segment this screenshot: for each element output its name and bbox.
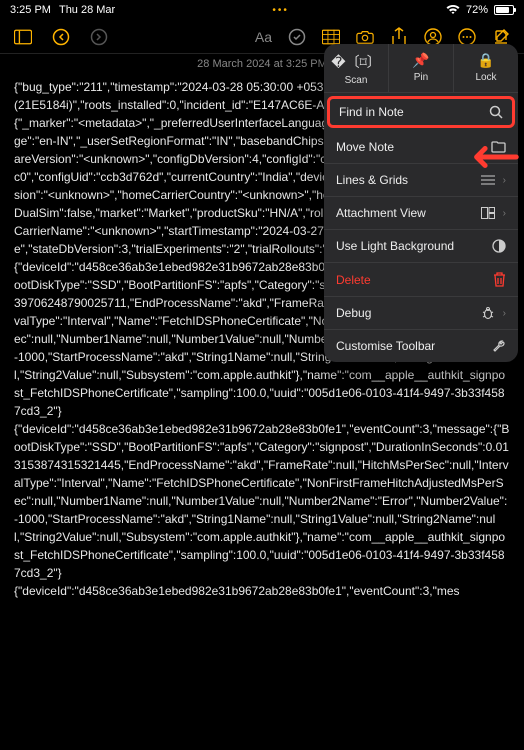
menu-find-in-note[interactable]: Find in Note	[327, 96, 515, 128]
undo-icon[interactable]	[52, 28, 70, 46]
menu-scan[interactable]: �〔⌑〕 Scan	[324, 44, 389, 92]
contrast-icon	[492, 239, 506, 253]
more-icon[interactable]	[458, 28, 476, 46]
menu-lock[interactable]: 🔒 Lock	[454, 44, 518, 92]
chevron-icon: ›	[503, 308, 506, 319]
compose-icon[interactable]	[492, 28, 510, 46]
sidebar-icon[interactable]	[14, 28, 32, 46]
collab-icon[interactable]	[424, 28, 442, 46]
format-icon[interactable]: Aa	[255, 29, 272, 45]
battery-icon	[494, 5, 514, 15]
chevron-icon: ›	[503, 208, 506, 219]
menu-debug[interactable]: Debug ›	[324, 297, 518, 330]
camera-icon[interactable]	[356, 28, 374, 46]
attachment-icon	[481, 207, 495, 219]
menu-light-background[interactable]: Use Light Background	[324, 230, 518, 263]
menu-pin[interactable]: 📌 Pin	[389, 44, 454, 92]
wrench-icon	[492, 339, 506, 353]
menu-customise-toolbar[interactable]: Customise Toolbar	[324, 330, 518, 362]
multitask-dots[interactable]: •••	[272, 5, 289, 16]
pin-icon: 📌	[389, 52, 453, 69]
status-bar: 3:25 PM Thu 28 Mar ••• 72%	[0, 0, 524, 20]
scan-icon: �〔⌑〕	[324, 52, 388, 72]
search-icon	[489, 105, 503, 119]
table-icon[interactable]	[322, 28, 340, 46]
lock-icon: 🔒	[454, 52, 518, 69]
wifi-icon	[446, 5, 460, 15]
status-date: Thu 28 Mar	[59, 4, 115, 16]
share-icon[interactable]	[390, 28, 408, 46]
trash-icon	[493, 272, 506, 287]
redo-icon	[90, 28, 108, 46]
menu-attachment-view[interactable]: Attachment View ›	[324, 197, 518, 230]
battery-percent: 72%	[466, 4, 488, 16]
bug-icon	[481, 306, 495, 320]
status-time: 3:25 PM	[10, 4, 51, 16]
context-menu: �〔⌑〕 Scan 📌 Pin 🔒 Lock Find in Note Move…	[324, 44, 518, 362]
menu-delete[interactable]: Delete	[324, 263, 518, 297]
checklist-icon[interactable]	[288, 28, 306, 46]
